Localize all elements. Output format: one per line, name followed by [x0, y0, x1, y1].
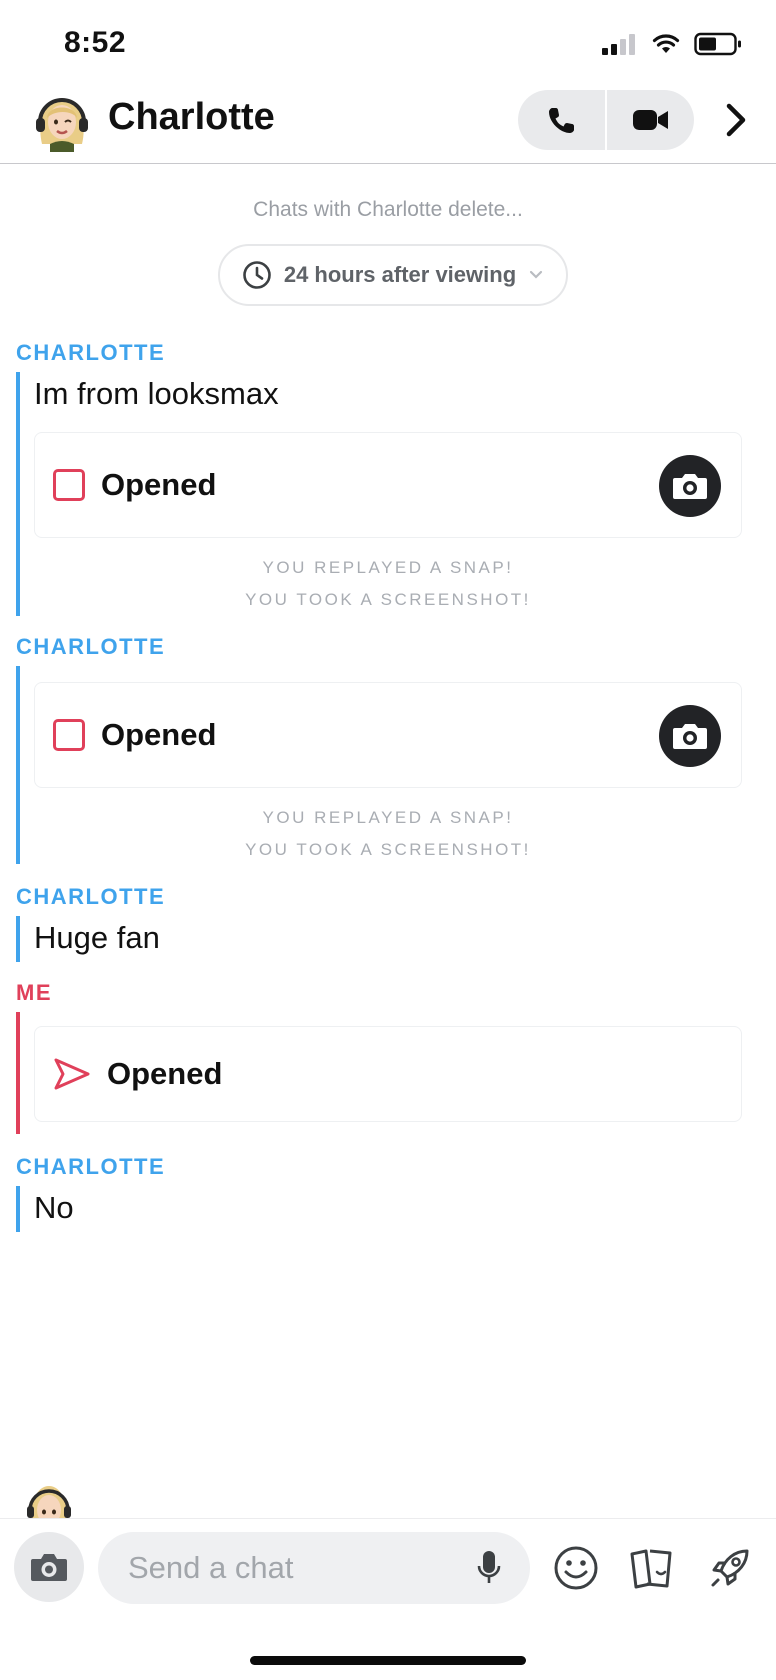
sender-bar [16, 666, 20, 864]
sent-snap-message[interactable]: Opened [34, 1026, 742, 1122]
camera-icon [31, 1554, 67, 1581]
phone-icon [548, 108, 574, 133]
retention-option: 24 hours after viewing [283, 262, 517, 287]
profile-chevron-button[interactable] [716, 100, 756, 140]
sender-bar [16, 1186, 20, 1232]
rocket-icon [711, 1549, 749, 1587]
sender-label: CHARLOTTE [16, 340, 166, 365]
sent-arrow-icon [54, 1058, 90, 1090]
snap-message[interactable]: Opened [34, 682, 742, 788]
replay-camera-button[interactable] [659, 455, 721, 517]
wifi-icon [652, 34, 680, 53]
retention-selector[interactable]: 24 hours after viewing [218, 244, 568, 306]
message-text[interactable]: Im from looksmax [34, 376, 279, 412]
message-text[interactable]: No [34, 1190, 74, 1226]
camera-button[interactable] [14, 1532, 84, 1602]
sender-label: CHARLOTTE [16, 1154, 166, 1179]
home-indicator[interactable] [250, 1656, 526, 1665]
chevron-down-icon [530, 270, 543, 279]
system-note: YOU TOOK A SCREENSHOT! [245, 590, 531, 609]
smiley-face-icon [554, 1546, 598, 1590]
system-note: YOU REPLAYED A SNAP! [262, 558, 514, 577]
sender-bar [16, 1012, 20, 1134]
message-text[interactable]: Huge fan [34, 920, 160, 956]
chat-input[interactable] [98, 1532, 530, 1604]
camera-icon [673, 724, 707, 749]
sender-bar [16, 916, 20, 962]
opened-snap-square-icon [53, 469, 85, 501]
status-icons [602, 32, 742, 56]
contact-avatar[interactable] [30, 88, 94, 152]
snap-status: Opened [107, 1056, 223, 1091]
sender-bar [16, 372, 20, 616]
sender-label: CHARLOTTE [16, 634, 166, 659]
retention-notice: Chats with Charlotte delete... [253, 198, 523, 221]
sticker-cards-icon [630, 1549, 672, 1589]
chevron-right-icon [726, 103, 746, 137]
camera-icon [673, 474, 707, 499]
snap-message[interactable]: Opened [34, 432, 742, 538]
sender-label: CHARLOTTE [16, 884, 166, 909]
clock-icon [243, 261, 271, 289]
video-call-button[interactable] [607, 90, 694, 150]
sender-label: ME [16, 980, 52, 1005]
emoji-button[interactable] [548, 1540, 604, 1596]
friend-presence-avatar [24, 1480, 74, 1518]
video-camera-icon [632, 110, 668, 130]
system-note: YOU REPLAYED A SNAP! [262, 808, 514, 827]
games-button[interactable] [702, 1540, 758, 1596]
send-chat-field[interactable] [126, 1549, 450, 1587]
voice-call-button[interactable] [518, 90, 605, 150]
snap-status: Opened [101, 717, 217, 752]
opened-snap-square-icon [53, 719, 85, 751]
contact-name[interactable]: Charlotte [108, 96, 275, 139]
replay-camera-button[interactable] [659, 705, 721, 767]
battery-icon [694, 32, 741, 56]
system-note: YOU TOOK A SCREENSHOT! [245, 840, 531, 859]
composer-divider [0, 1518, 776, 1519]
signal-icon [602, 34, 635, 55]
snap-status: Opened [101, 467, 217, 502]
status-time: 8:52 [64, 26, 127, 59]
microphone-icon[interactable] [476, 1549, 502, 1587]
call-button-group [518, 90, 694, 150]
stickers-button[interactable] [624, 1540, 680, 1596]
